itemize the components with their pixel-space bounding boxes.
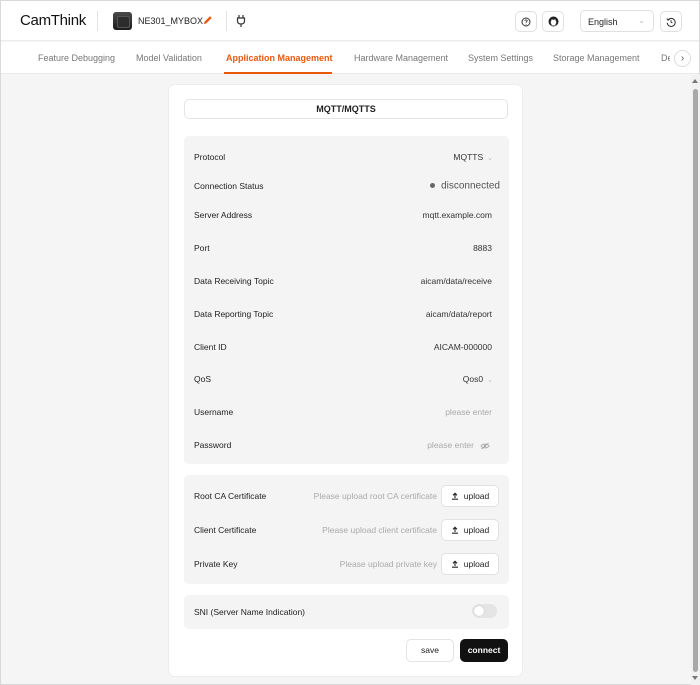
main-tabs: Feature Debugging Model Validation Appli…: [1, 42, 699, 74]
language-select[interactable]: English ⌄: [580, 10, 654, 32]
qos-row: QoS Qos0 ⌄: [194, 369, 499, 389]
github-button[interactable]: [542, 11, 564, 32]
tab-feature-debugging[interactable]: Feature Debugging: [38, 53, 115, 63]
chevron-right-icon: ›: [680, 53, 685, 64]
history-button[interactable]: [660, 11, 682, 32]
qos-value: Qos0: [462, 374, 484, 384]
username-input[interactable]: please enter: [445, 407, 492, 417]
password-label: Password: [194, 440, 232, 450]
connection-status: disconnected: [430, 180, 500, 191]
github-icon: [548, 16, 558, 27]
tab-device[interactable]: De: [661, 53, 670, 63]
upload-icon: [451, 526, 458, 534]
sni-panel: SNI (Server Name Indication): [184, 595, 509, 629]
client-cert-label: Client Certificate: [194, 525, 257, 535]
device-image: [113, 12, 132, 30]
tabs-next-button[interactable]: ›: [674, 50, 691, 67]
qos-label: QoS: [194, 374, 212, 384]
protocol-value: MQTTS: [453, 152, 484, 162]
reporting-topic-input[interactable]: aicam/data/report: [426, 309, 492, 319]
password-placeholder: please enter: [427, 440, 474, 450]
connection-status-row: Connection Status disconnected: [194, 176, 500, 196]
connection-status-value: disconnected: [441, 180, 500, 192]
plug-icon[interactable]: [235, 14, 247, 28]
upload-label: upload: [463, 559, 490, 569]
server-address-input[interactable]: mqtt.example.com: [423, 210, 492, 220]
help-icon: [521, 17, 531, 26]
active-tab-indicator: [224, 72, 332, 74]
chevron-down-icon: ⌄: [487, 377, 493, 384]
certificates-panel: Root CA Certificate Please upload root C…: [184, 475, 509, 584]
divider: [226, 11, 227, 31]
port-input[interactable]: 8883: [473, 243, 492, 253]
history-icon: [666, 17, 676, 27]
receiving-topic-input[interactable]: aicam/data/receive: [421, 276, 492, 286]
upload-label: upload: [463, 525, 490, 535]
private-key-hint: Please upload private key: [339, 559, 437, 569]
client-id-row: Client ID AICAM-000000: [194, 337, 499, 357]
reporting-topic-label: Data Reporting Topic: [194, 309, 274, 319]
help-button[interactable]: [515, 11, 537, 32]
protocol-row: Protocol MQTTS ⌄: [194, 147, 499, 167]
tab-model-validation[interactable]: Model Validation: [136, 53, 202, 63]
client-cert-upload-button[interactable]: upload: [441, 519, 499, 541]
client-id-label: Client ID: [194, 342, 227, 352]
client-cert-row: Client Certificate Please upload client …: [194, 519, 499, 541]
connection-settings-panel: Protocol MQTTS ⌄ Connection Status discon…: [184, 136, 509, 464]
password-input[interactable]: please enter: [427, 440, 490, 450]
protocol-label: Protocol: [194, 152, 226, 162]
reporting-topic-row: Data Reporting Topic aicam/data/report: [194, 304, 499, 324]
protocol-tab-mqtt[interactable]: MQTT/MQTTS: [184, 99, 508, 119]
logo: CamThink: [20, 12, 86, 29]
password-row: Password please enter: [194, 435, 499, 455]
connect-button[interactable]: connect: [460, 639, 508, 662]
chevron-down-icon: ⌄: [638, 16, 645, 25]
eye-off-icon[interactable]: [480, 442, 490, 450]
root-ca-upload-button[interactable]: upload: [441, 485, 499, 507]
edit-icon[interactable]: [202, 14, 214, 26]
upload-icon: [451, 560, 458, 568]
app-header: CamThink NE301_MYBOX English ⌄: [1, 1, 699, 41]
language-value: English: [588, 17, 618, 27]
client-id-input[interactable]: AICAM-000000: [434, 342, 492, 352]
divider: [97, 11, 98, 31]
status-dot-icon: [430, 183, 436, 189]
server-address-row: Server Address mqtt.example.com: [194, 205, 499, 225]
chevron-down-icon: ⌄: [487, 155, 493, 162]
port-label: Port: [194, 243, 210, 253]
root-ca-label: Root CA Certificate: [194, 491, 267, 501]
username-label: Username: [194, 407, 234, 417]
private-key-label: Private Key: [194, 559, 238, 569]
private-key-row: Private Key Please upload private key up…: [194, 553, 499, 575]
upload-label: upload: [463, 491, 490, 501]
scroll-up-arrow-icon[interactable]: [692, 79, 698, 83]
scrollbar[interactable]: [691, 75, 700, 685]
tab-system-settings[interactable]: System Settings: [468, 53, 533, 63]
tab-overflow: De: [656, 42, 670, 73]
sni-toggle[interactable]: [472, 604, 497, 618]
tab-application-management[interactable]: Application Management: [226, 53, 333, 63]
private-key-upload-button[interactable]: upload: [441, 553, 499, 575]
port-row: Port 8883: [194, 238, 499, 258]
qos-select[interactable]: Qos0 ⌄: [463, 374, 493, 384]
tab-storage-management[interactable]: Storage Management: [553, 53, 640, 63]
receiving-topic-row: Data Receiving Topic aicam/data/receive: [194, 271, 499, 291]
server-address-label: Server Address: [194, 210, 253, 220]
connection-status-label: Connection Status: [194, 181, 264, 191]
root-ca-row: Root CA Certificate Please upload root C…: [194, 485, 499, 507]
protocol-select[interactable]: MQTTS ⌄: [453, 152, 493, 162]
upload-icon: [451, 492, 458, 500]
receiving-topic-label: Data Receiving Topic: [194, 276, 274, 286]
mqtt-settings-card: MQTT/MQTTS Protocol MQTTS ⌄ Connection St…: [168, 84, 523, 677]
tab-hardware-management[interactable]: Hardware Management: [354, 53, 448, 63]
username-row: Username please enter: [194, 402, 499, 422]
scroll-down-arrow-icon[interactable]: [692, 676, 698, 680]
root-ca-hint: Please upload root CA certificate: [313, 491, 437, 501]
client-cert-hint: Please upload client certificate: [322, 525, 437, 535]
save-button[interactable]: save: [406, 639, 454, 662]
device-name: NE301_MYBOX: [138, 16, 204, 26]
sni-row: SNI (Server Name Indication): [194, 602, 499, 622]
scroll-thumb[interactable]: [693, 89, 698, 672]
sni-label: SNI (Server Name Indication): [194, 607, 306, 617]
